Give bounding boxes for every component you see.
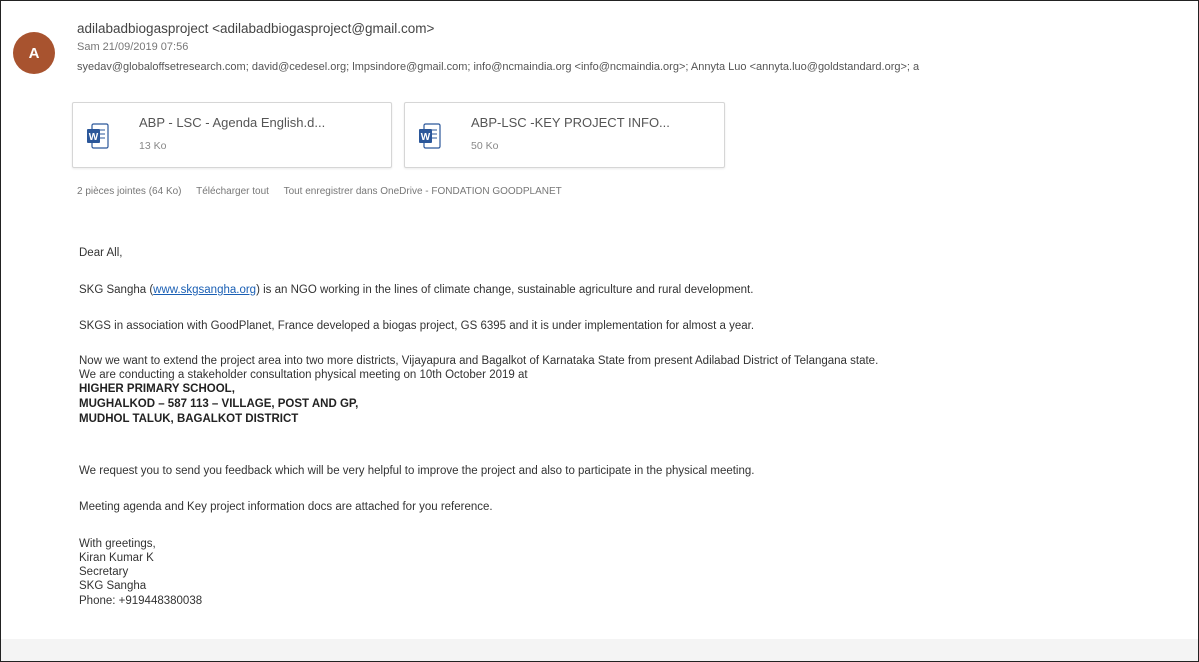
website-link[interactable]: www.skgsangha.org (153, 284, 256, 296)
address-line: HIGHER PRIMARY SCHOOL, (79, 383, 235, 395)
signature-line: SKG Sangha (79, 580, 147, 592)
sent-date: Sam 21/09/2019 07:56 (77, 41, 189, 53)
signature-line: Phone: +919448380038 (79, 595, 203, 607)
attachment-name: ABP - LSC - Agenda English.d... (139, 115, 326, 130)
body-paragraph: Now we want to extend the project area i… (79, 355, 879, 367)
attachment-card[interactable]: W ABP - LSC - Agenda English.d... 13 Ko (72, 102, 392, 168)
signature-line: Kiran Kumar K (79, 552, 154, 564)
svg-text:W: W (421, 132, 431, 143)
recipients-list[interactable]: syedav@globaloffsetresearch.com; david@c… (77, 61, 1197, 73)
signature-line: Secretary (79, 566, 129, 578)
attachment-count: 2 pièces jointes (64 Ko) (77, 186, 182, 197)
download-all-link[interactable]: Télécharger tout (196, 186, 269, 197)
text: SKG Sangha ( (79, 284, 154, 296)
sender-name[interactable]: adilabadbiogasproject <adilabadbiogaspro… (77, 21, 434, 36)
greeting: Dear All, (79, 247, 123, 259)
svg-text:W: W (89, 132, 99, 143)
save-to-onedrive-link[interactable]: Tout enregistrer dans OneDrive - FONDATI… (284, 186, 562, 197)
attachment-size: 50 Ko (471, 140, 499, 152)
word-doc-icon: W (419, 123, 441, 149)
attachment-summary: 2 pièces jointes (64 Ko) Télécharger tou… (77, 186, 574, 197)
email-reading-pane: A adilabadbiogasproject <adilabadbiogasp… (0, 0, 1199, 662)
attachment-card[interactable]: W ABP-LSC -KEY PROJECT INFO... 50 Ko (404, 102, 725, 168)
attachment-size: 13 Ko (139, 140, 167, 152)
sender-avatar[interactable]: A (13, 32, 55, 74)
body-paragraph: We are conducting a stakeholder consulta… (79, 369, 528, 381)
body-paragraph: Meeting agenda and Key project informati… (79, 501, 493, 513)
avatar-letter: A (28, 44, 40, 62)
footer-area (1, 639, 1198, 661)
body-paragraph: SKGS in association with GoodPlanet, Fra… (79, 320, 755, 332)
word-doc-icon: W (87, 123, 109, 149)
attachment-name: ABP-LSC -KEY PROJECT INFO... (471, 115, 670, 130)
body-paragraph: We request you to send you feedback whic… (79, 465, 755, 477)
address-line: MUGHALKOD – 587 113 – VILLAGE, POST AND … (79, 398, 359, 410)
signature-line: With greetings, (79, 538, 156, 550)
body-paragraph: SKG Sangha (www.skgsangha.org) is an NGO… (79, 283, 753, 297)
address-line: MUDHOL TALUK, BAGALKOT DISTRICT (79, 413, 299, 425)
text: ) is an NGO working in the lines of clim… (256, 284, 754, 296)
